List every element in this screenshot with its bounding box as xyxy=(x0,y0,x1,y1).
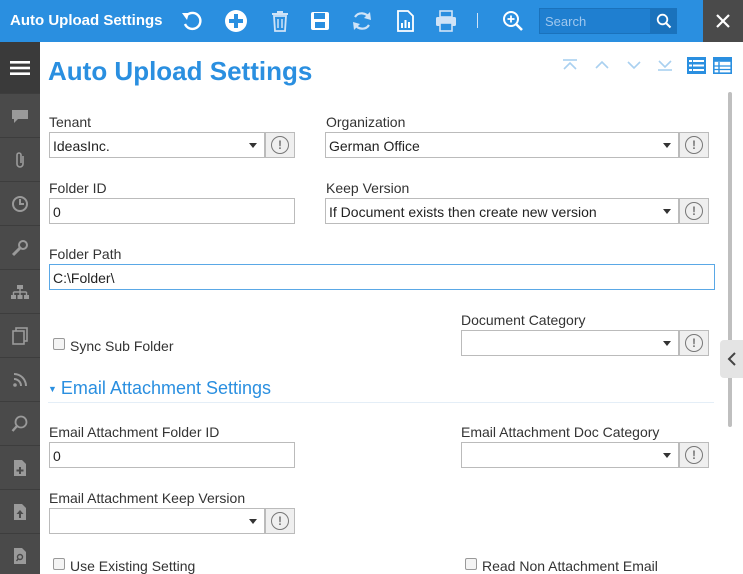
next-record-icon[interactable] xyxy=(624,56,644,74)
read-non-attachment-label: Read Non Attachment Email xyxy=(482,558,658,574)
sync-sub-folder-label: Sync Sub Folder xyxy=(70,338,174,354)
zoom-icon[interactable] xyxy=(500,8,526,34)
document-category-info-button[interactable]: ! xyxy=(679,330,709,356)
email-folder-id-label: Email Attachment Folder ID xyxy=(49,424,220,440)
folder-id-input[interactable]: 0 xyxy=(49,198,295,224)
sidebar xyxy=(0,42,40,574)
chevron-down-icon xyxy=(663,453,671,458)
keep-version-info-button[interactable]: ! xyxy=(679,198,709,224)
tenant-info-button[interactable]: ! xyxy=(265,132,295,158)
email-keep-version-label: Email Attachment Keep Version xyxy=(49,490,246,506)
organization-select[interactable]: German Office xyxy=(325,132,679,158)
chevron-left-icon xyxy=(727,352,736,366)
documents-icon[interactable] xyxy=(0,314,40,358)
email-doc-category-info-button[interactable]: ! xyxy=(679,442,709,468)
info-icon: ! xyxy=(685,202,703,220)
info-icon: ! xyxy=(685,136,703,154)
keep-version-value: If Document exists then create new versi… xyxy=(329,204,597,220)
zoom-icon[interactable] xyxy=(0,402,40,446)
wrench-icon[interactable] xyxy=(0,226,40,270)
organization-value: German Office xyxy=(329,138,420,154)
folder-id-label: Folder ID xyxy=(49,180,107,196)
org-chart-icon[interactable] xyxy=(0,270,40,314)
last-record-icon[interactable] xyxy=(655,56,675,74)
menu-icon[interactable] xyxy=(0,42,40,94)
info-icon: ! xyxy=(271,512,289,530)
keep-version-label: Keep Version xyxy=(326,180,410,196)
info-icon: ! xyxy=(685,334,703,352)
close-button[interactable] xyxy=(703,0,743,42)
email-attachment-section-header[interactable]: ▼ Email Attachment Settings xyxy=(48,378,271,399)
delete-icon[interactable] xyxy=(267,8,293,34)
chevron-down-icon xyxy=(249,519,257,524)
grid-view-icon[interactable] xyxy=(712,56,732,74)
organization-info-button[interactable]: ! xyxy=(679,132,709,158)
clock-icon[interactable] xyxy=(0,182,40,226)
read-non-attachment-checkbox[interactable] xyxy=(465,558,477,570)
add-document-icon[interactable] xyxy=(0,446,40,490)
use-existing-setting-label: Use Existing Setting xyxy=(70,558,196,574)
tenant-label: Tenant xyxy=(49,114,92,130)
main-content: Auto Upload Settings Tenant IdeasInc. ! … xyxy=(40,42,743,574)
attachment-icon[interactable] xyxy=(0,138,40,182)
refresh-icon[interactable] xyxy=(349,8,375,34)
search-button[interactable] xyxy=(651,8,677,34)
page-title: Auto Upload Settings xyxy=(48,56,313,86)
email-doc-category-label: Email Attachment Doc Category xyxy=(461,424,660,440)
list-view-icon[interactable] xyxy=(686,56,706,74)
email-section-title: Email Attachment Settings xyxy=(60,378,272,398)
tenant-value: IdeasInc. xyxy=(53,138,110,154)
info-icon: ! xyxy=(685,446,703,464)
print-icon[interactable] xyxy=(433,8,459,34)
app-title: Auto Upload Settings xyxy=(10,12,163,29)
section-divider xyxy=(48,402,714,403)
report-icon[interactable] xyxy=(392,8,418,34)
add-icon[interactable] xyxy=(223,8,249,34)
toolbar-separator xyxy=(477,13,478,28)
chat-icon[interactable] xyxy=(0,94,40,138)
previous-record-icon[interactable] xyxy=(592,56,612,74)
email-doc-category-select[interactable] xyxy=(461,442,679,468)
search-icon xyxy=(656,13,672,29)
sync-sub-folder-checkbox[interactable] xyxy=(53,338,65,350)
search-document-icon[interactable] xyxy=(0,534,40,574)
top-bar: Auto Upload Settings Search xyxy=(0,0,743,42)
info-icon: ! xyxy=(271,136,289,154)
save-icon[interactable] xyxy=(307,8,333,34)
document-category-label: Document Category xyxy=(461,312,586,328)
close-icon xyxy=(716,14,730,28)
tenant-select[interactable]: IdeasInc. xyxy=(49,132,265,158)
folder-path-input[interactable]: C:\Folder\ xyxy=(49,264,715,290)
email-keep-version-select[interactable] xyxy=(49,508,265,534)
undo-icon[interactable] xyxy=(179,8,205,34)
chevron-down-icon xyxy=(663,209,671,214)
use-existing-setting-checkbox[interactable] xyxy=(53,558,65,570)
side-panel-toggle[interactable] xyxy=(720,340,743,378)
chevron-down-icon xyxy=(249,143,257,148)
feed-icon[interactable] xyxy=(0,358,40,402)
search-input[interactable]: Search xyxy=(539,8,651,34)
keep-version-select[interactable]: If Document exists then create new versi… xyxy=(325,198,679,224)
chevron-down-icon xyxy=(663,143,671,148)
email-folder-id-input[interactable]: 0 xyxy=(49,442,295,468)
first-record-icon[interactable] xyxy=(560,56,580,74)
folder-path-label: Folder Path xyxy=(49,246,122,262)
organization-label: Organization xyxy=(326,114,406,130)
caret-down-icon: ▼ xyxy=(48,384,57,395)
upload-document-icon[interactable] xyxy=(0,490,40,534)
email-keep-version-info-button[interactable]: ! xyxy=(265,508,295,534)
chevron-down-icon xyxy=(663,341,671,346)
document-category-select[interactable] xyxy=(461,330,679,356)
